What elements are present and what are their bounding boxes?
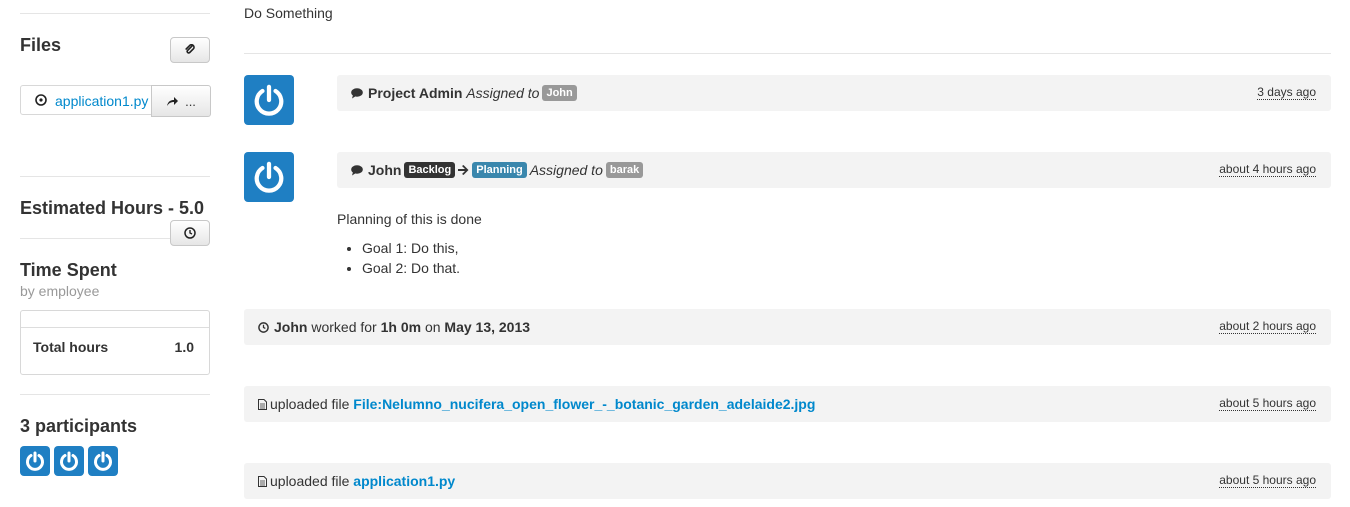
table-divider [21, 327, 209, 328]
activity-file-upload: uploaded file File:Nelumno_nucifera_open… [244, 386, 1331, 422]
activity-text: John worked for 1h 0m on May 13, 2013 [258, 309, 530, 345]
activity-text: Project Admin Assigned to John [351, 75, 580, 111]
share-arrow-icon [167, 96, 179, 106]
divider [20, 176, 210, 177]
activity-timestamp[interactable]: about 5 hours ago [1219, 474, 1316, 488]
more-label: ... [185, 93, 196, 109]
activity-user[interactable]: John [274, 319, 307, 335]
power-icon [60, 451, 78, 471]
to-status-badge: Planning [472, 162, 527, 178]
activity-text: John Backlog Planning Assigned to barak [351, 152, 646, 188]
time-spent-table: Total hours 1.0 [20, 310, 210, 375]
comment-icon [351, 87, 363, 99]
on-text: on [424, 319, 441, 335]
upload-action: uploaded file [270, 396, 350, 412]
total-hours-label: Total hours [33, 339, 109, 355]
clock-circle-icon [35, 94, 47, 106]
clock-icon [258, 321, 269, 333]
divider [20, 394, 210, 395]
paperclip-icon [185, 44, 195, 54]
activity-timestamp[interactable]: about 5 hours ago [1219, 397, 1316, 411]
task-description: Do Something [244, 5, 333, 21]
participant-avatar[interactable] [88, 446, 118, 476]
clock-icon [184, 227, 196, 239]
file-icon [258, 475, 267, 487]
uploaded-file-link[interactable]: File:Nelumno_nucifera_open_flower_-_bota… [353, 396, 815, 412]
participant-avatar[interactable] [20, 446, 50, 476]
file-link[interactable]: application1.py [55, 93, 148, 109]
activity-timestamp[interactable]: 3 days ago [1257, 86, 1316, 100]
worked-for-text: worked for [311, 319, 377, 335]
comment-text: Planning of this is done [337, 211, 482, 227]
user-avatar[interactable] [244, 152, 294, 202]
activity-text: uploaded file application1.py [258, 463, 455, 499]
activity-user[interactable]: John [368, 162, 401, 178]
time-spent-subtitle: by employee [20, 283, 100, 299]
user-avatar[interactable] [244, 75, 294, 125]
files-title: Files [20, 35, 62, 55]
activity-action: Assigned to [466, 85, 540, 101]
list-item: Goal 2: Do that. [362, 258, 460, 278]
power-icon [26, 451, 44, 471]
goal-list: Goal 1: Do this, Goal 2: Do that. [337, 238, 460, 278]
power-icon [94, 451, 112, 471]
activity-time-log: John worked for 1h 0m on May 13, 2013 ab… [244, 309, 1331, 345]
attach-file-button[interactable] [170, 37, 210, 63]
upload-action: uploaded file [270, 473, 350, 489]
from-status-badge: Backlog [404, 162, 456, 178]
activity-user[interactable]: Project Admin [368, 85, 462, 101]
file-item: application1.py ... [20, 85, 211, 117]
time-spent-title: Time Spent [20, 260, 117, 280]
divider [20, 13, 210, 14]
participant-avatar[interactable] [54, 446, 84, 476]
list-item: Goal 1: Do this, [362, 238, 460, 258]
comment-icon [351, 164, 363, 176]
assignee-badge: barak [605, 162, 644, 178]
uploaded-file-link[interactable]: application1.py [353, 473, 455, 489]
assignee-badge: John [542, 85, 577, 101]
power-icon [254, 161, 284, 193]
divider [244, 53, 1331, 54]
estimated-hours-title: Estimated Hours - 5.0 [20, 198, 205, 218]
duration: 1h 0m [380, 319, 422, 335]
total-hours-value: 1.0 [174, 339, 194, 355]
activity-assignment: Project Admin Assigned to John 3 days ag… [337, 75, 1331, 111]
file-icon [258, 398, 267, 410]
activity-timestamp[interactable]: about 4 hours ago [1219, 163, 1316, 177]
log-time-button[interactable] [170, 220, 210, 246]
work-date: May 13, 2013 [444, 319, 531, 335]
activity-status-change: John Backlog Planning Assigned to barak … [337, 152, 1331, 188]
arrow-right-icon [458, 165, 469, 175]
activity-action: Assigned to [529, 162, 603, 178]
activity-file-upload: uploaded file application1.py about 5 ho… [244, 463, 1331, 499]
activity-timestamp[interactable]: about 2 hours ago [1219, 320, 1316, 334]
participants-title: 3 participants [20, 416, 138, 436]
power-icon [254, 84, 284, 116]
share-file-button[interactable]: ... [151, 85, 211, 117]
activity-text: uploaded file File:Nelumno_nucifera_open… [258, 386, 815, 422]
